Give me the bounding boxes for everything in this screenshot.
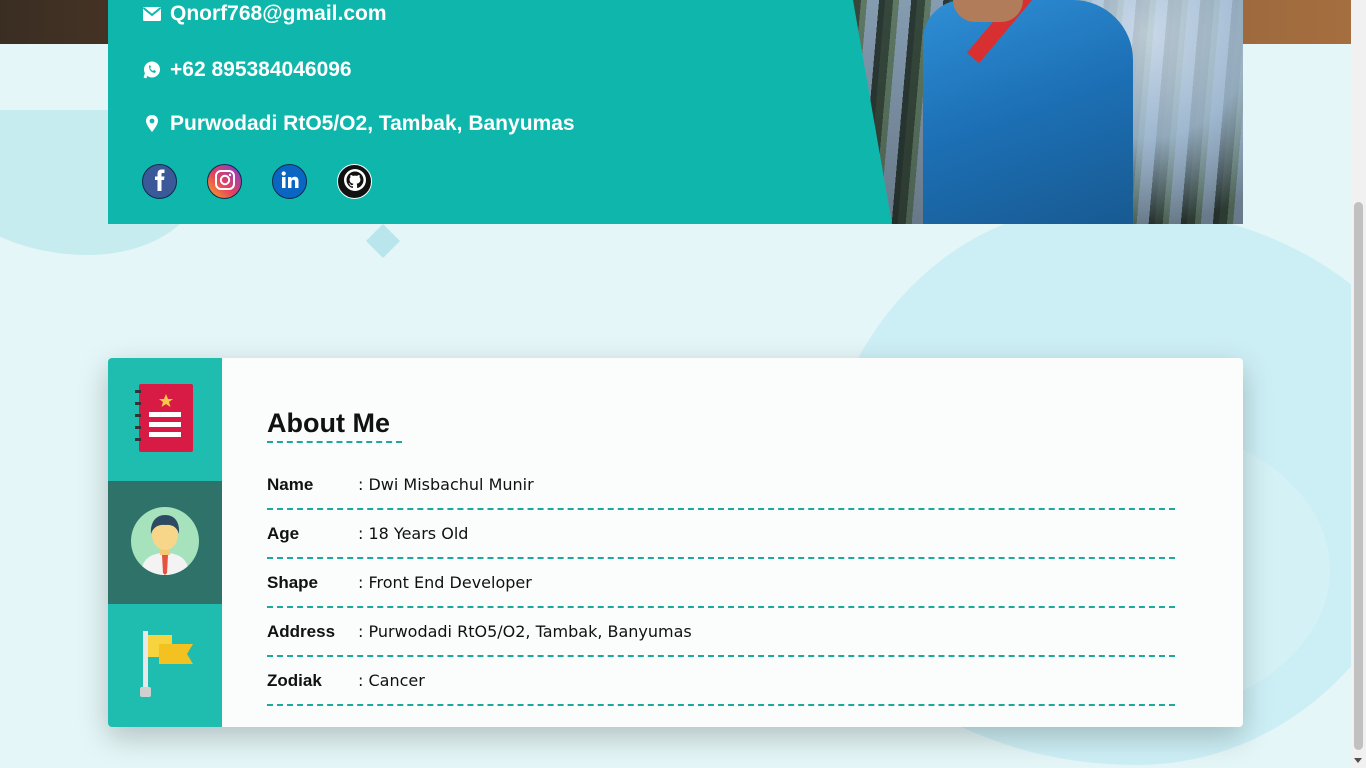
contact-address-text: Purwodadi RtO5/O2, Tambak, Banyumas: [170, 112, 575, 135]
facebook-link[interactable]: [142, 164, 177, 199]
info-value: : Front End Developer: [358, 573, 532, 592]
whatsapp-icon: [142, 60, 162, 80]
github-icon: [343, 168, 367, 196]
info-row-name: Name : Dwi Misbachul Munir: [267, 461, 1175, 510]
about-content: About Me Name : Dwi Misbachul Munir Age …: [222, 358, 1243, 727]
info-value: : Purwodadi RtO5/O2, Tambak, Banyumas: [358, 622, 692, 641]
about-side-nav: [108, 358, 222, 727]
title-underline: [267, 441, 402, 443]
contact-phone[interactable]: +62 895384046096: [142, 56, 352, 84]
info-value: : Dwi Misbachul Munir: [358, 475, 534, 494]
info-label: Age: [267, 523, 300, 543]
instagram-icon: [214, 169, 236, 195]
side-item-profile[interactable]: [108, 481, 222, 604]
social-links: [142, 164, 372, 199]
contact-email[interactable]: Qnorf768@gmail.com: [142, 0, 387, 28]
scroll-down-arrow-icon[interactable]: [1354, 758, 1362, 763]
about-title: About Me: [267, 408, 390, 438]
user-avatar-icon: [131, 506, 199, 579]
info-label: Name: [267, 474, 314, 494]
info-label: Zodiak: [267, 670, 322, 690]
info-value: : Cancer: [358, 671, 425, 690]
decorative-diamond: [366, 224, 400, 258]
scrollbar-thumb[interactable]: [1354, 202, 1363, 750]
info-row-address: Address : Purwodadi RtO5/O2, Tambak, Ban…: [267, 608, 1175, 657]
instagram-link[interactable]: [207, 164, 242, 199]
flag-icon: [135, 629, 195, 703]
linkedin-icon: [279, 169, 301, 195]
vertical-scrollbar[interactable]: [1351, 0, 1366, 768]
linkedin-link[interactable]: [272, 164, 307, 199]
location-pin-icon: [142, 114, 162, 134]
github-link[interactable]: [337, 164, 372, 199]
info-row-age: Age : 18 Years Old: [267, 510, 1175, 559]
info-label: Address: [267, 621, 336, 641]
side-item-flag[interactable]: [108, 604, 222, 727]
contact-address[interactable]: Purwodadi RtO5/O2, Tambak, Banyumas: [142, 110, 575, 138]
contact-card: Qnorf768@gmail.com +62 895384046096 Purw…: [108, 0, 1243, 224]
info-row-zodiak: Zodiak : Cancer: [267, 657, 1175, 706]
side-item-notebook[interactable]: [108, 358, 222, 481]
profile-photo: [853, 0, 1243, 224]
contact-email-text: Qnorf768@gmail.com: [170, 2, 387, 25]
info-label: Shape: [267, 572, 319, 592]
info-row-shape: Shape : Front End Developer: [267, 559, 1175, 608]
facebook-icon: [150, 169, 170, 195]
about-card: About Me Name : Dwi Misbachul Munir Age …: [108, 358, 1243, 727]
notebook-icon: [135, 382, 195, 458]
envelope-icon: [142, 4, 162, 24]
info-value: : 18 Years Old: [358, 524, 469, 543]
contact-phone-text: +62 895384046096: [170, 58, 352, 81]
